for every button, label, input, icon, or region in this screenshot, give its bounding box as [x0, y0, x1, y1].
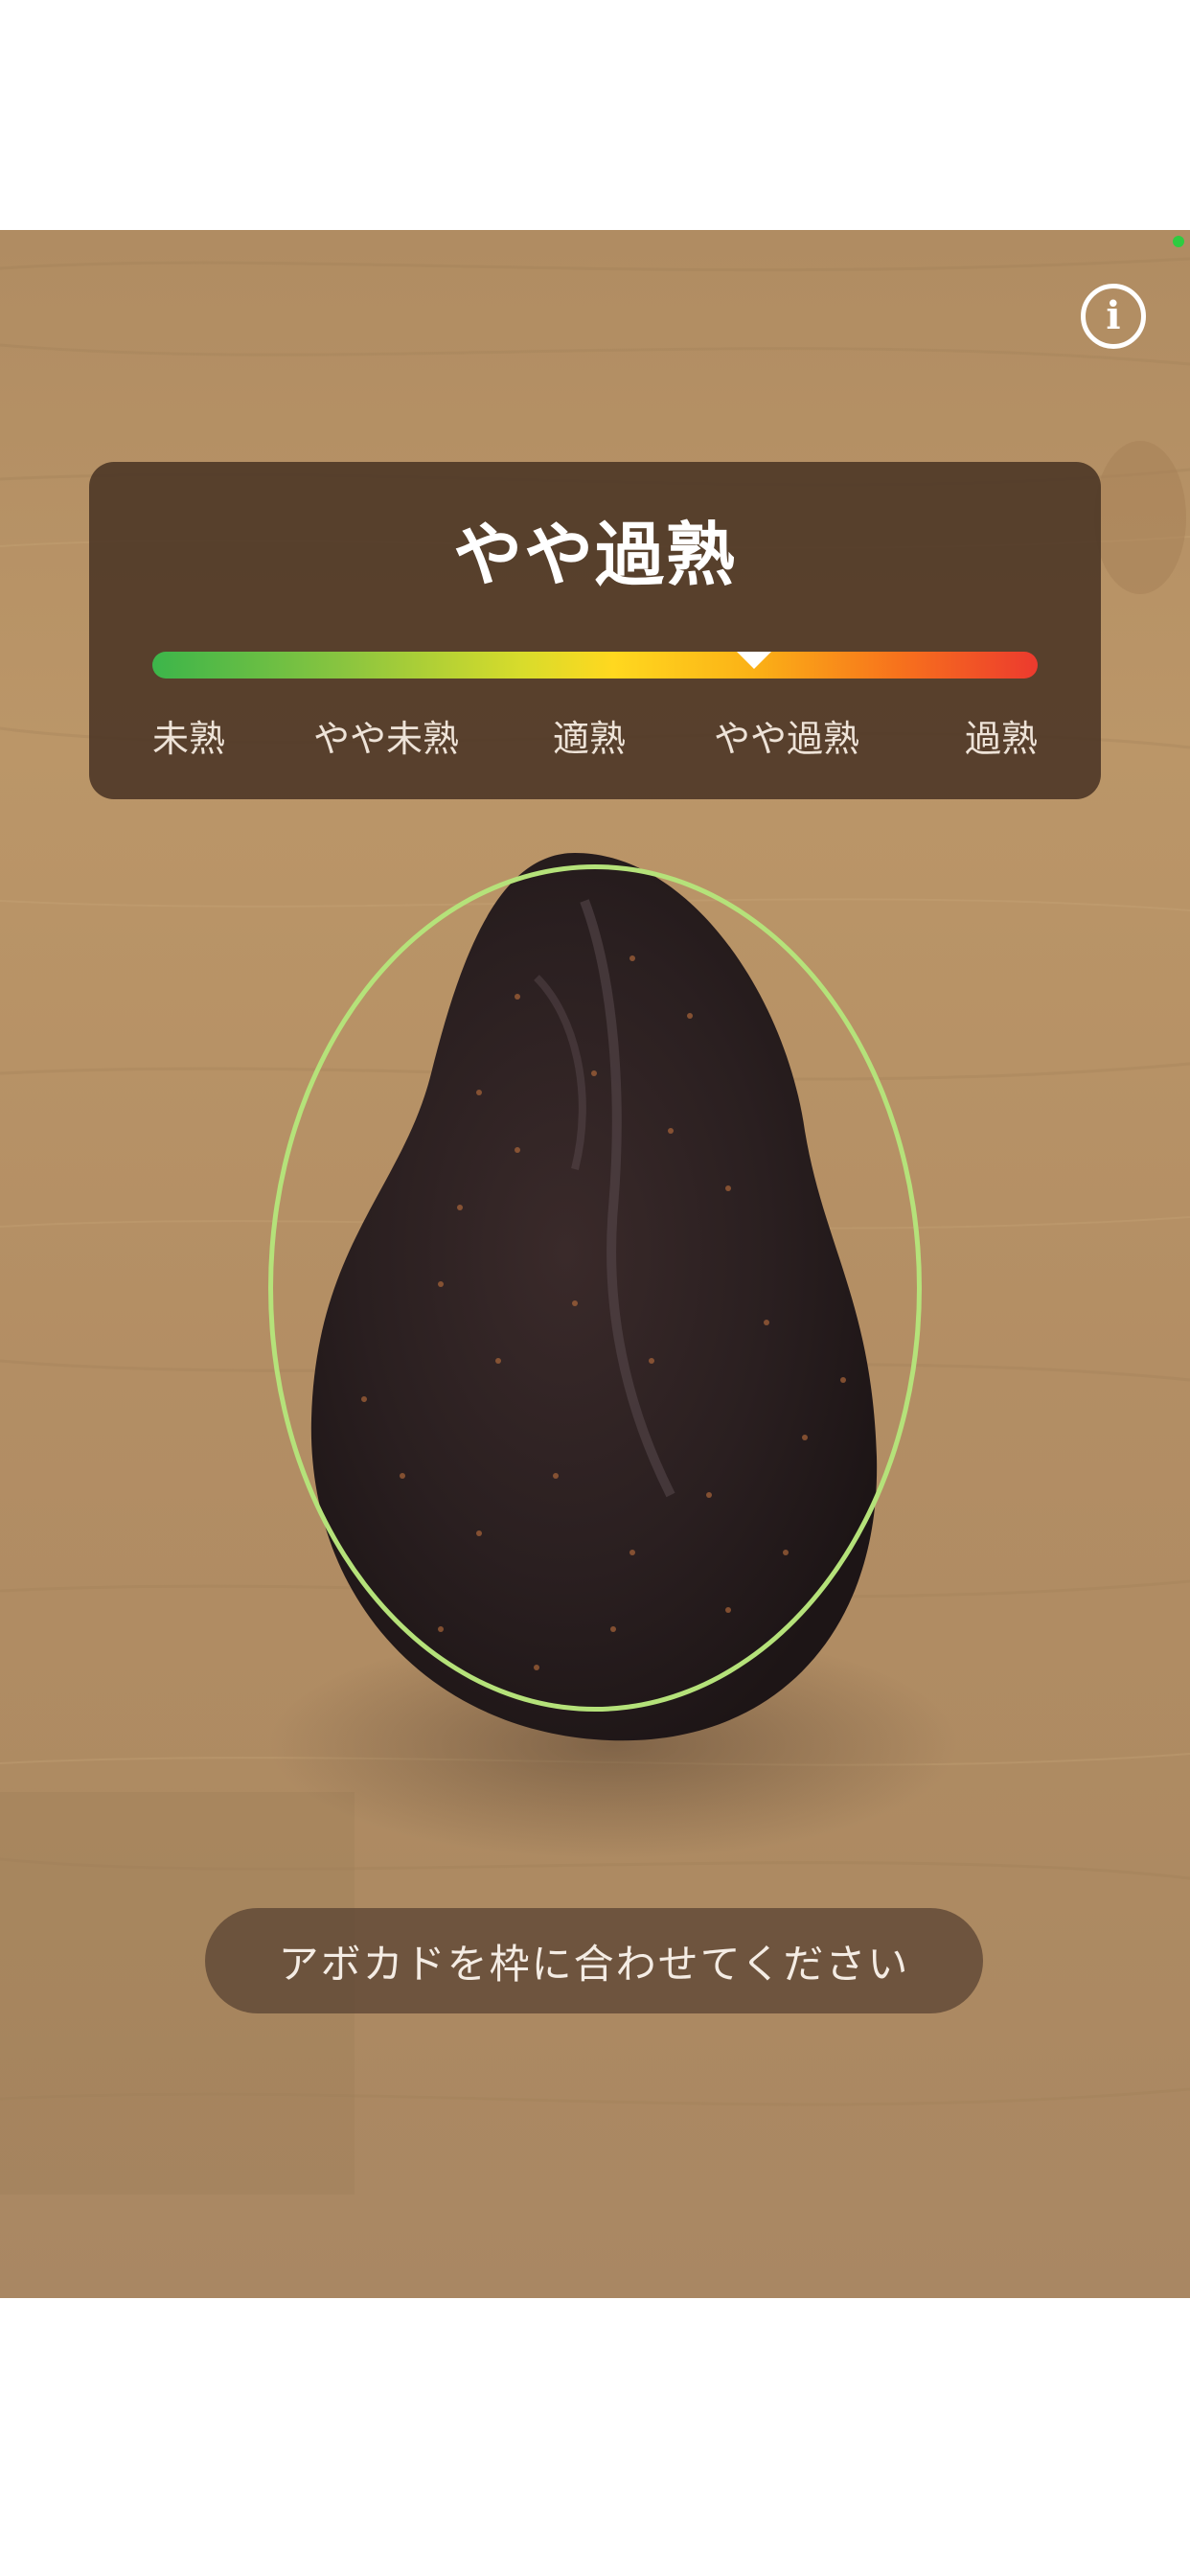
scale-label-unripe: 未熟 — [152, 718, 226, 760]
scale-label-slightly-overripe: やや過熟 — [714, 718, 860, 760]
hint-text: アボカドを枠に合わせてください — [278, 1940, 910, 1988]
ripeness-scale-labels: 未熟 やや未熟 適熟 やや過熟 過熟 — [152, 709, 1038, 760]
ripeness-pointer-icon — [737, 652, 772, 669]
bottom-blank-area — [0, 2298, 1190, 2576]
scale-label-slightly-unripe: やや未熟 — [313, 718, 460, 760]
camera-status-dot — [1173, 236, 1184, 247]
scale-label-overripe: 過熟 — [964, 718, 1038, 760]
camera-preview: i やや過熟 未熟 やや未熟 適熟 やや過熟 過熟 アボカドを枠に合わせてくださ… — [0, 230, 1190, 2298]
info-button[interactable]: i — [1081, 284, 1146, 349]
ripeness-scale-bar — [152, 652, 1038, 678]
scale-label-ripe: 適熟 — [553, 718, 627, 760]
info-icon: i — [1106, 293, 1121, 338]
hint-banner: アボカドを枠に合わせてください — [205, 1908, 983, 2013]
ripeness-status: やや過熟 — [452, 515, 737, 595]
top-blank-area — [0, 0, 1190, 230]
avocado-alignment-guide — [268, 864, 922, 1712]
ripeness-panel: やや過熟 未熟 やや未熟 適熟 やや過熟 過熟 — [89, 462, 1101, 799]
